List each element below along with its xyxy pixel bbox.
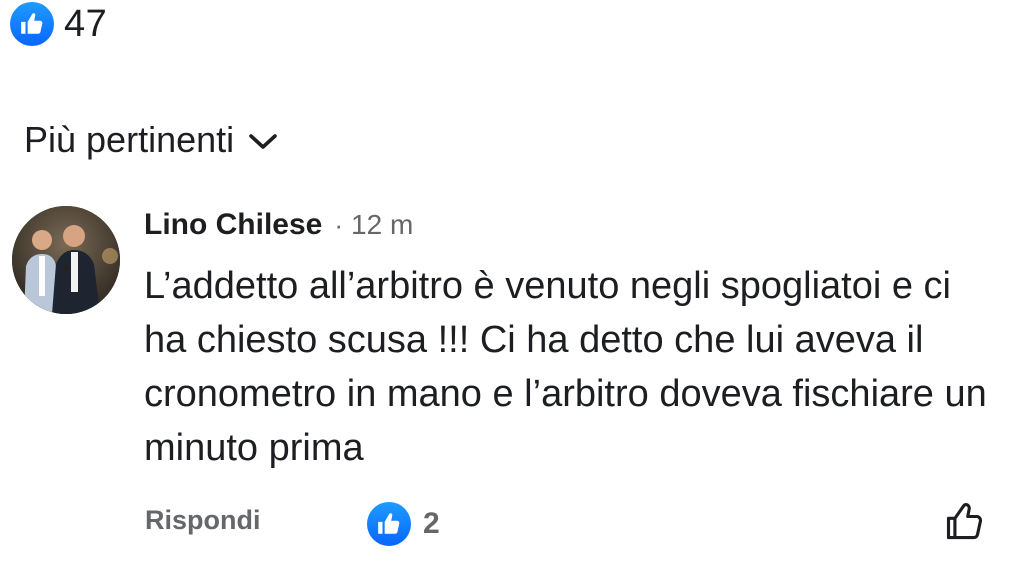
sort-dropdown[interactable]: Più pertinenti [24, 116, 278, 164]
comments-panel: 47 Più pertinenti Lino Chilese · 12 m L’… [0, 0, 1024, 564]
post-reactions-summary[interactable]: 47 [10, 2, 107, 46]
meta-separator: · [334, 210, 344, 240]
sort-label: Più pertinenti [24, 119, 235, 160]
thumb-up-outline-icon [943, 500, 987, 549]
comment-reaction-count: 2 [423, 507, 440, 540]
comment-actions: Rispondi 2 [145, 500, 1005, 548]
comment-text: L’addetto all’arbitro è venuto negli spo… [144, 265, 987, 469]
comment-reactions-summary[interactable]: 2 [367, 502, 440, 546]
chevron-down-icon [248, 132, 278, 152]
comment-timestamp[interactable]: 12 m [351, 203, 413, 247]
post-reaction-count: 47 [64, 2, 108, 45]
like-thumb-icon [367, 502, 411, 546]
comment-meta: Lino Chilese · 12 m [144, 203, 994, 247]
comment-body: Lino Chilese · 12 m L’addetto all’arbitr… [144, 203, 994, 475]
author-name[interactable]: Lino Chilese [144, 203, 322, 247]
avatar[interactable] [12, 206, 120, 314]
reply-button[interactable]: Rispondi [145, 505, 261, 536]
like-button[interactable] [941, 500, 989, 548]
like-thumb-icon [10, 2, 54, 46]
